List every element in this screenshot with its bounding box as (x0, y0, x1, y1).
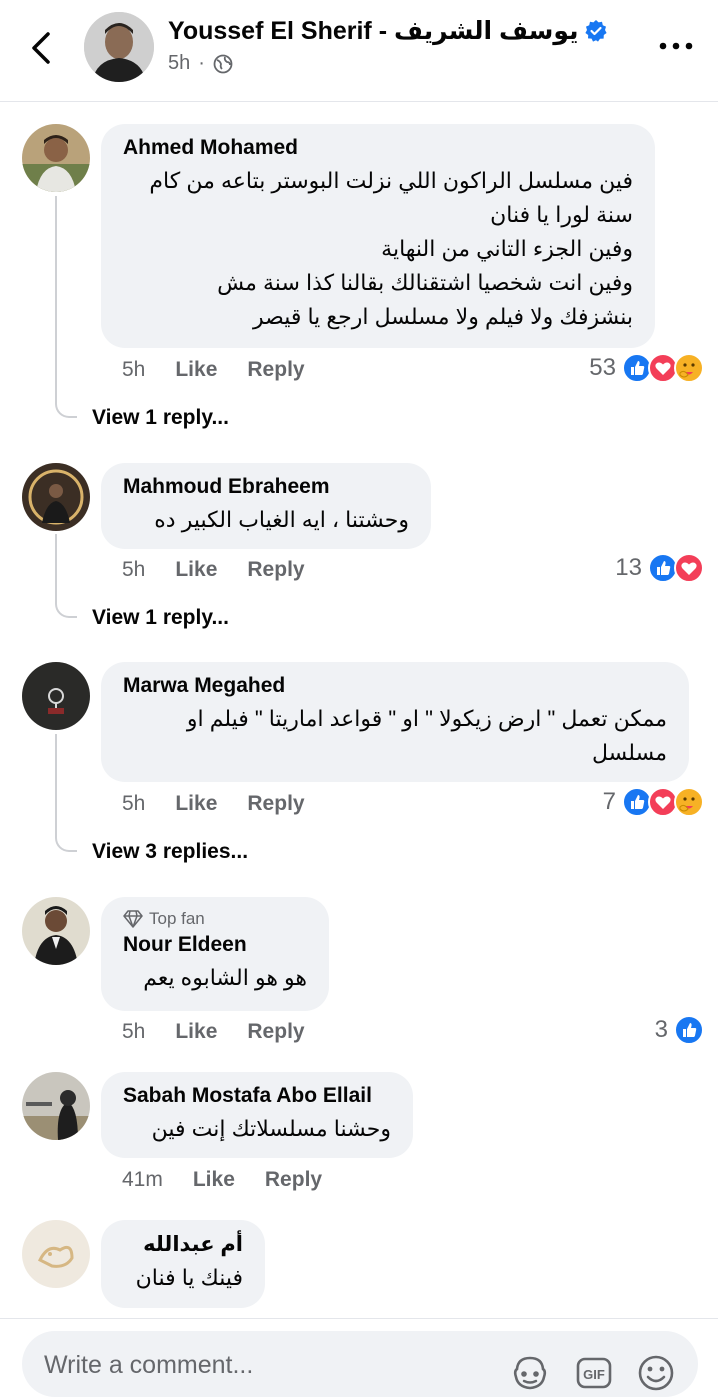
comment-line: سنة لورا يا فنان (490, 202, 633, 227)
care-reaction-icon (674, 787, 704, 817)
post-header: Youssef El Sherif - يوسف الشريف 5h · (0, 0, 718, 102)
comment-line: فين مسلسل الراكون اللي نزلت البوستر بتاع… (149, 168, 633, 193)
commenter-name[interactable]: أم عبدالله (123, 1232, 243, 1257)
reaction-count: 3 (654, 1016, 668, 1043)
comment-composer: Write a comment... GIF (0, 1318, 718, 1400)
comment-text: وحشتنا ، ايه الغياب الكبير ده (123, 503, 409, 537)
comment-time[interactable]: 5h (122, 558, 145, 582)
gif-icon[interactable]: GIF (574, 1353, 614, 1393)
comment-time[interactable]: 5h (122, 1020, 145, 1044)
comment-bubble[interactable]: Mahmoud Ebraheem وحشتنا ، ايه الغياب الك… (101, 463, 431, 549)
reactions-summary[interactable]: 53 (589, 353, 704, 383)
comment-line: هو هو الشابوه يعم (143, 965, 307, 990)
reaction-count: 7 (602, 788, 616, 815)
reply-button[interactable]: Reply (247, 558, 304, 582)
comment-actions: 5h Like Reply (122, 558, 305, 582)
reply-thread-line (55, 534, 77, 618)
reply-thread-line (55, 734, 77, 852)
reaction-count: 13 (615, 554, 642, 581)
avatar-sticker-icon[interactable] (510, 1353, 550, 1393)
post-time[interactable]: 5h (168, 52, 190, 75)
comment-input-placeholder: Write a comment... (44, 1351, 254, 1379)
avatar[interactable] (22, 463, 90, 531)
comment-text: فينك يا فنان (123, 1261, 243, 1295)
comment-time[interactable]: 5h (122, 358, 145, 382)
commenter-name[interactable]: Mahmoud Ebraheem (123, 475, 409, 499)
comment-line: ممكن تعمل " ارض زيكولا " او " قواعد امار… (186, 706, 667, 731)
svg-text:GIF: GIF (583, 1367, 605, 1382)
comment-text: فين مسلسل الراكون اللي نزلت البوستر بتاع… (123, 164, 633, 334)
avatar[interactable] (22, 124, 90, 192)
verified-badge-icon (585, 20, 608, 42)
more-options-icon[interactable] (658, 36, 694, 56)
commenter-name[interactable]: Ahmed Mohamed (123, 136, 633, 160)
top-fan-badge: Top fan (123, 909, 307, 929)
diamond-icon (123, 910, 143, 928)
comment-line: فينك يا فنان (135, 1265, 243, 1290)
reply-button[interactable]: Reply (247, 1020, 304, 1044)
avatar[interactable] (22, 897, 90, 965)
comment-text: وحشنا مسلسلاتك إنت فين (123, 1112, 391, 1146)
post-meta: 5h · (168, 52, 233, 75)
globe-icon (213, 54, 233, 73)
avatar[interactable] (22, 662, 90, 730)
comment-input[interactable]: Write a comment... GIF (22, 1331, 698, 1397)
view-replies-link[interactable]: View 3 replies... (92, 840, 248, 864)
comment-bubble[interactable]: Sabah Mostafa Abo Ellail وحشنا مسلسلاتك … (101, 1072, 413, 1158)
reaction-count: 53 (589, 354, 616, 381)
comment-time[interactable]: 41m (122, 1168, 163, 1192)
comment-actions: 5h Like Reply (122, 792, 305, 816)
commenter-name[interactable]: Nour Eldeen (123, 933, 307, 957)
reply-button[interactable]: Reply (265, 1168, 322, 1192)
comment-text: ممكن تعمل " ارض زيكولا " او " قواعد امار… (123, 702, 667, 770)
reply-button[interactable]: Reply (247, 792, 304, 816)
commenter-name[interactable]: Sabah Mostafa Abo Ellail (123, 1084, 391, 1108)
comment-line: وفين الجزء التاني من النهاية (381, 236, 633, 261)
comment-time[interactable]: 5h (122, 792, 145, 816)
avatar[interactable] (22, 1072, 90, 1140)
comment-line: وفين انت شخصيا اشتقنالك بقالنا كذا سنة م… (217, 270, 633, 295)
view-replies-link[interactable]: View 1 reply... (92, 606, 229, 630)
comment-actions: 5h Like Reply (122, 1020, 305, 1044)
reactions-summary[interactable]: 3 (655, 1015, 704, 1045)
like-button[interactable]: Like (175, 358, 217, 382)
avatar[interactable] (22, 1220, 90, 1288)
comment-line: وحشتنا ، ايه الغياب الكبير ده (154, 507, 409, 532)
comment-bubble[interactable]: Ahmed Mohamed فين مسلسل الراكون اللي نزل… (101, 124, 655, 348)
like-button[interactable]: Like (175, 558, 217, 582)
view-replies-link[interactable]: View 1 reply... (92, 406, 229, 430)
commenter-name[interactable]: Marwa Megahed (123, 674, 667, 698)
reactions-summary[interactable]: 13 (615, 553, 704, 583)
comment-bubble[interactable]: Marwa Megahed ممكن تعمل " ارض زيكولا " ا… (101, 662, 689, 782)
reply-thread-line (55, 196, 77, 418)
comment-actions: 41m Like Reply (122, 1168, 322, 1192)
like-button[interactable]: Like (193, 1168, 235, 1192)
back-arrow-icon[interactable] (26, 28, 56, 68)
like-button[interactable]: Like (175, 1020, 217, 1044)
like-button[interactable]: Like (175, 792, 217, 816)
comment-bubble[interactable]: أم عبدالله فينك يا فنان (101, 1220, 265, 1308)
reactions-summary[interactable]: 7 (603, 787, 704, 817)
comment-line: بنشزفك ولا فيلم ولا مسلسل ارجع يا قيصر (252, 304, 633, 329)
post-author-name[interactable]: Youssef El Sherif - يوسف الشريف (168, 16, 608, 46)
author-avatar[interactable] (84, 12, 154, 82)
reply-button[interactable]: Reply (247, 358, 304, 382)
comment-bubble[interactable]: Top fan Nour Eldeen هو هو الشابوه يعم (101, 897, 329, 1011)
comment-text: هو هو الشابوه يعم (123, 961, 307, 995)
love-reaction-icon (674, 553, 704, 583)
care-reaction-icon (674, 353, 704, 383)
top-fan-label: Top fan (149, 909, 205, 928)
emoji-icon[interactable] (636, 1353, 676, 1393)
like-reaction-icon (674, 1015, 704, 1045)
comment-actions: 5h Like Reply (122, 358, 305, 382)
comment-line: وحشنا مسلسلاتك إنت فين (151, 1116, 391, 1141)
meta-separator: · (198, 52, 205, 74)
author-name-text[interactable]: Youssef El Sherif - يوسف الشريف (168, 16, 578, 46)
comment-line: مسلسل (592, 740, 667, 765)
